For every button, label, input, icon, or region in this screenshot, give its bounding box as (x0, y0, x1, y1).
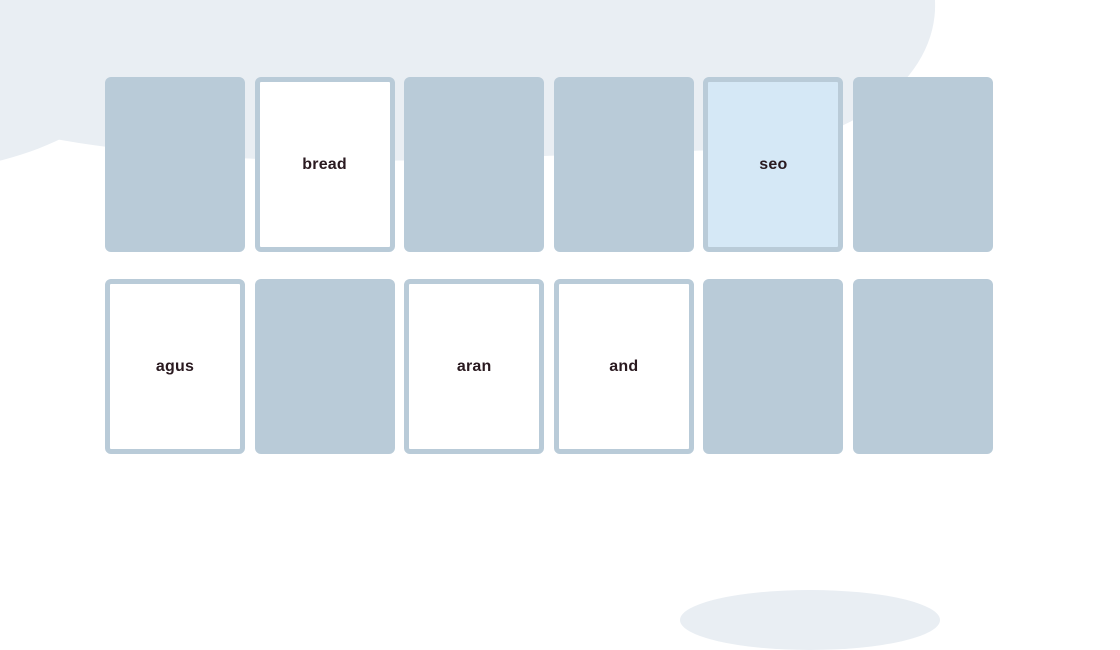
card-word: agus (155, 357, 195, 375)
card-6[interactable] (852, 77, 993, 252)
background-blob-bottom (680, 590, 940, 650)
card-1[interactable] (105, 77, 245, 252)
card-5[interactable]: seo (703, 77, 844, 252)
card-4[interactable] (553, 77, 694, 252)
card-2[interactable]: bread (254, 77, 395, 252)
card-word: aran (456, 357, 492, 375)
card-11[interactable] (703, 279, 844, 454)
card-12[interactable] (852, 279, 993, 454)
card-8[interactable] (254, 279, 395, 454)
card-word: bread (302, 155, 347, 173)
card-7[interactable]: agus (105, 279, 245, 454)
memory-card-board: bread seo agus aran and (105, 77, 993, 454)
card-9[interactable]: aran (404, 279, 545, 454)
card-word: seo (759, 155, 788, 173)
card-word: and (609, 357, 639, 375)
card-3[interactable] (404, 77, 545, 252)
card-10[interactable]: and (553, 279, 694, 454)
